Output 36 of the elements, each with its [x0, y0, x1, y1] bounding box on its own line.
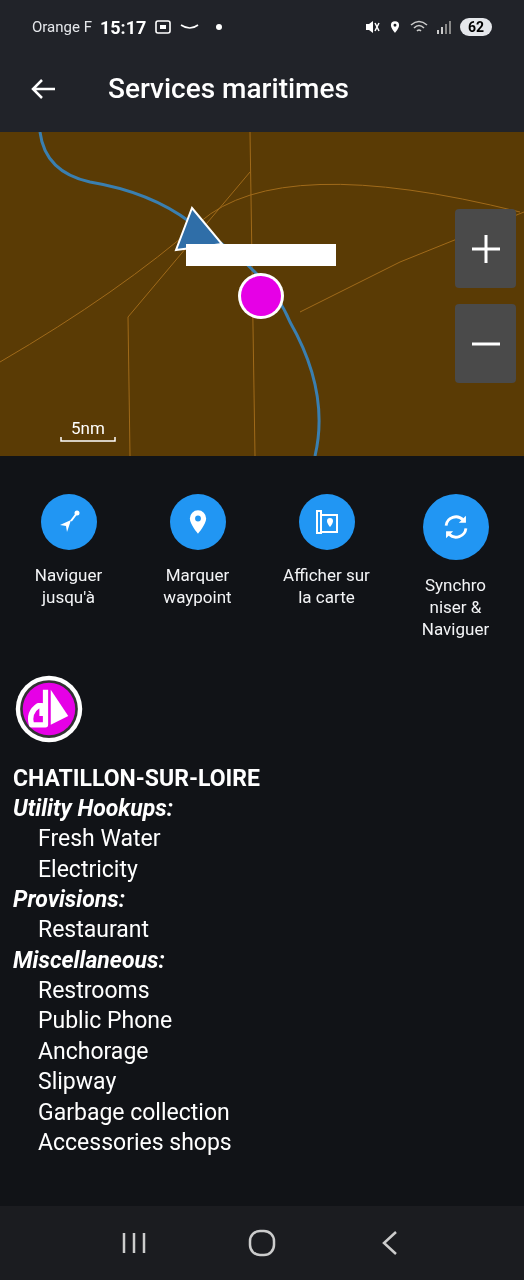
service-item: Restaurant — [37, 915, 151, 945]
home-icon — [248, 1229, 276, 1257]
service-item: Anchorage — [37, 1036, 150, 1067]
service-item: Public Phone — [37, 1006, 174, 1036]
screenshot-icon — [154, 19, 173, 35]
service-item: Fresh Water — [37, 824, 162, 854]
clock: 15:17 — [99, 15, 147, 40]
recent-apps-icon — [121, 1231, 147, 1255]
back-arrow-icon — [29, 77, 57, 101]
action-button[interactable]: Synchro niser & Naviguer — [391, 494, 520, 640]
carrier-name: Orange F — [32, 16, 92, 38]
action-button[interactable]: Naviguer jusqu'à — [4, 494, 133, 640]
scale-label: 5nm — [71, 420, 105, 437]
back-icon — [381, 1230, 399, 1256]
section-title: Provisions: — [13, 885, 127, 915]
section-title: Utility Hookups: — [13, 794, 175, 824]
service-item: Restrooms — [37, 975, 151, 1006]
service-item: Electricity — [37, 854, 139, 885]
battery-level: 62 — [459, 18, 492, 36]
service-item: Garbage collection — [37, 1097, 231, 1128]
marina-icon — [14, 674, 84, 744]
action-button[interactable]: Afficher sur la carte — [262, 494, 391, 640]
place-name: CHATILLON-SUR-LOIRE — [13, 764, 261, 794]
plus-icon — [469, 232, 502, 265]
scale-bar — [60, 437, 116, 442]
mute-icon — [363, 19, 380, 35]
smile-icon — [180, 23, 201, 31]
service-item: Slipway — [37, 1067, 118, 1097]
service-item: Accessories shops — [37, 1128, 233, 1158]
action-button[interactable]: Marquer waypoint — [133, 494, 262, 640]
signal-icon — [435, 19, 452, 35]
zoom-out-button[interactable] — [455, 304, 516, 383]
zoom-in-button[interactable] — [455, 209, 516, 288]
section-title: Miscellaneous: — [13, 945, 166, 976]
minus-icon — [469, 340, 502, 347]
page-title: Services maritimes — [108, 71, 349, 107]
